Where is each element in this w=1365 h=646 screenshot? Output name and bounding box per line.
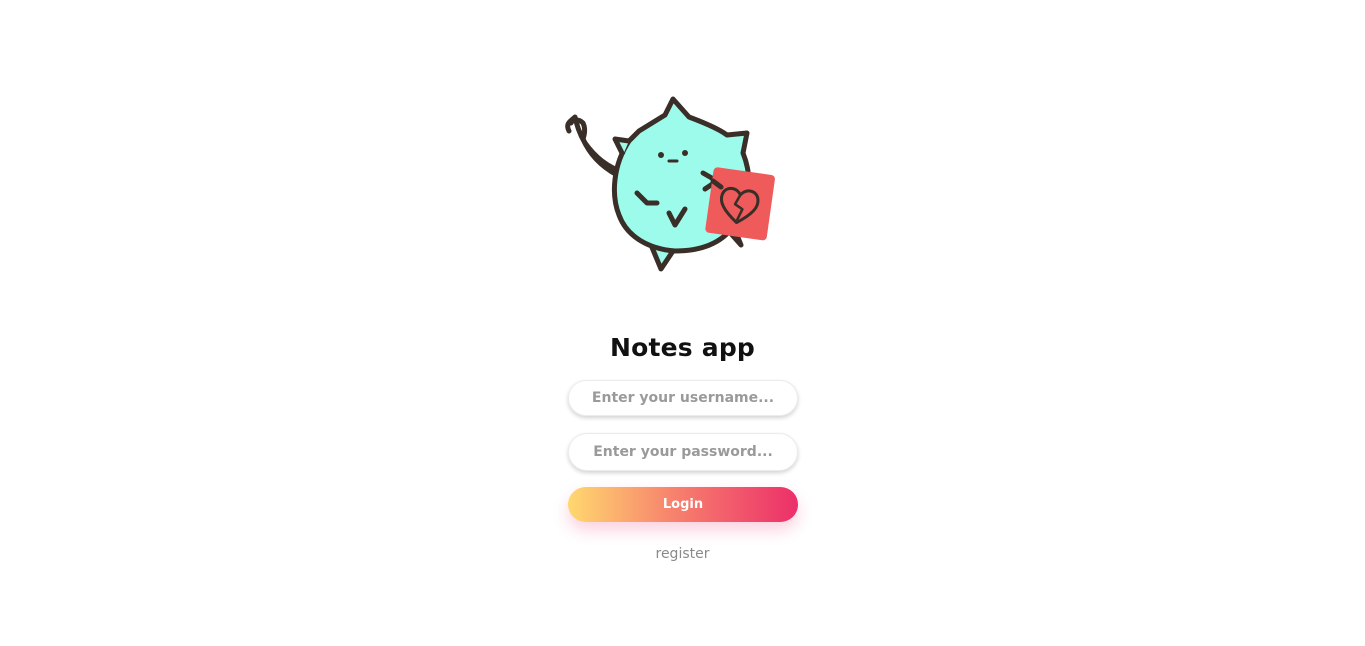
cat-mascot-icon [565,96,775,272]
password-input[interactable] [568,433,798,471]
login-button[interactable]: Login [568,487,798,522]
login-page: Notes app Login register [0,0,1365,646]
register-link[interactable]: register [0,546,1365,562]
page-title: Notes app [609,333,756,362]
username-input[interactable] [568,380,798,416]
